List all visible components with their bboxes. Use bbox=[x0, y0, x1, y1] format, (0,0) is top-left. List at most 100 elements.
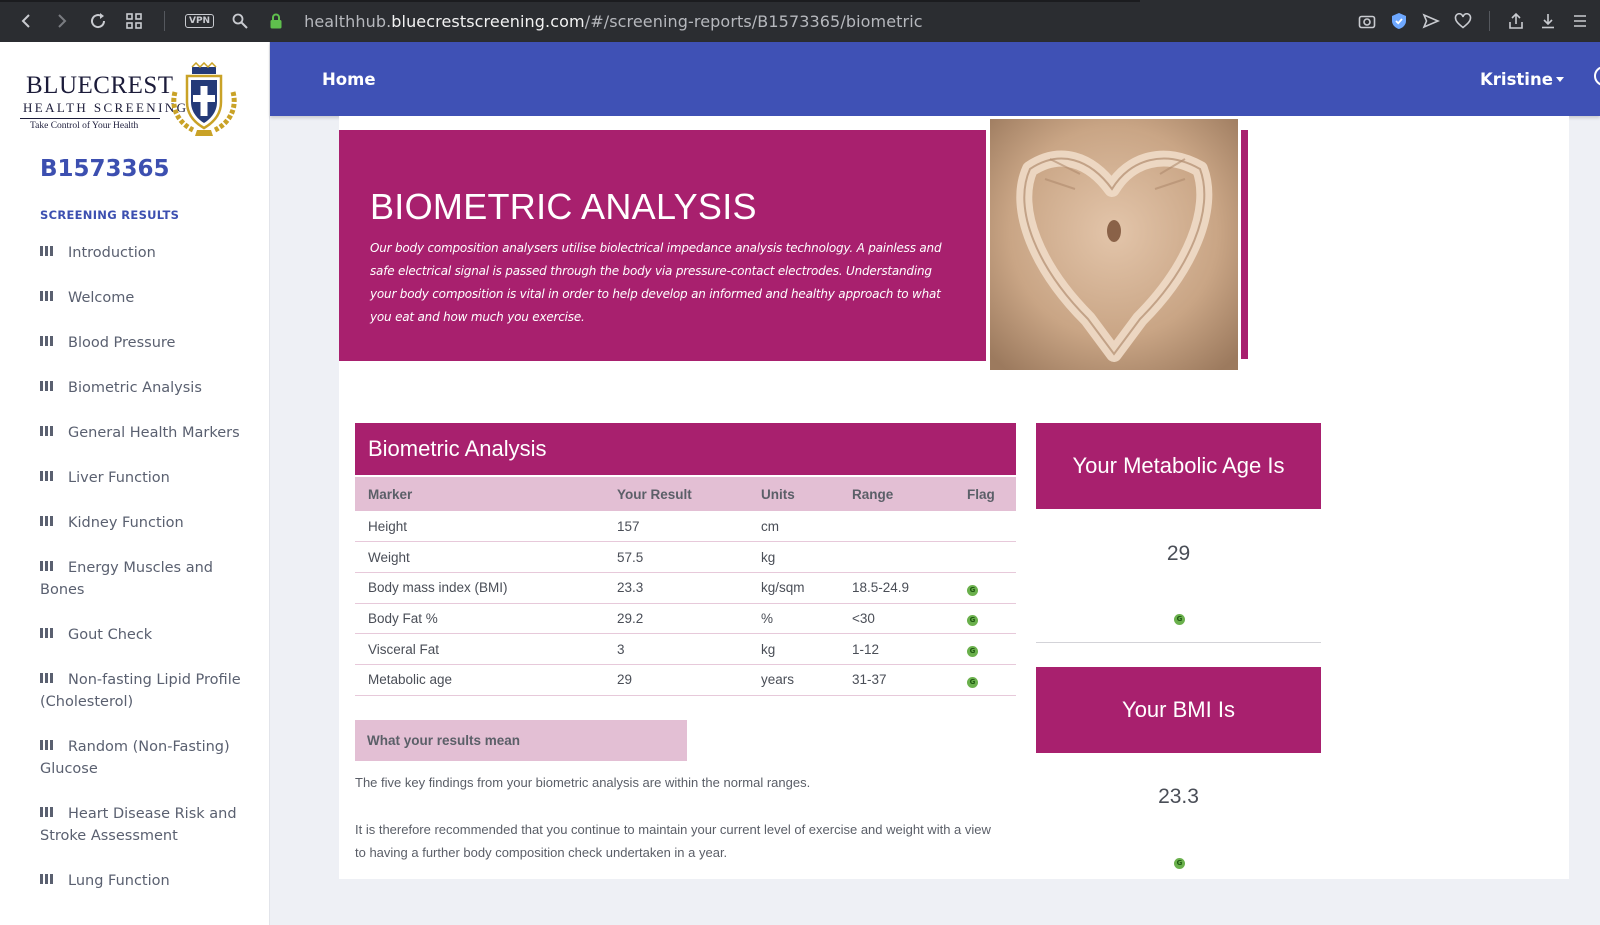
sidebar-item-label: Liver Function bbox=[68, 470, 170, 486]
toolbar-divider bbox=[164, 11, 165, 31]
results-meaning-title: What your results mean bbox=[367, 733, 521, 748]
cell-flag bbox=[954, 511, 1016, 543]
url-domain: bluecrestscreening.com bbox=[391, 11, 585, 31]
cell-flag: G bbox=[954, 572, 1016, 604]
results-meaning-header: What your results mean bbox=[355, 720, 687, 761]
forward-icon[interactable] bbox=[52, 11, 72, 31]
cell-marker: Visceral Fat bbox=[355, 633, 604, 665]
col-units: Units bbox=[748, 477, 839, 511]
sidebar-item-label: Welcome bbox=[68, 290, 135, 306]
sidebar-item-label: Energy Muscles and Bones bbox=[40, 560, 213, 598]
back-icon[interactable] bbox=[16, 11, 36, 31]
heart-icon[interactable] bbox=[1453, 11, 1473, 31]
lock-icon bbox=[266, 11, 286, 31]
reload-icon[interactable] bbox=[88, 11, 108, 31]
table-header-row: Marker Your Result Units Range Flag bbox=[355, 477, 1016, 511]
sidebar-item-label: Kidney Function bbox=[68, 515, 184, 531]
bars-icon bbox=[40, 807, 54, 817]
sidebar-item-lung-function[interactable]: Lung Function bbox=[40, 870, 255, 892]
table-row: Body Fat % 29.2 % <30 G bbox=[355, 603, 1016, 635]
table-row: Metabolic age 29 years 31-37 G bbox=[355, 664, 1016, 696]
sidebar-item-heart-disease-risk[interactable]: Heart Disease Risk and Stroke Assessment bbox=[40, 803, 255, 847]
cell-marker: Weight bbox=[355, 541, 604, 573]
green-flag-icon: G bbox=[1174, 614, 1185, 625]
sidebar-item-label: Heart Disease Risk and Stroke Assessment bbox=[40, 806, 237, 844]
bars-icon bbox=[40, 291, 54, 301]
hero-description: Our body composition analysers utilise b… bbox=[370, 241, 942, 324]
bluecrest-logo[interactable]: BLUECREST HEALTH SCREENING Take Control … bbox=[20, 62, 250, 137]
hero-accent-stripe bbox=[1241, 130, 1248, 359]
download-icon[interactable] bbox=[1538, 11, 1558, 31]
biometric-table: Marker Your Result Units Range Flag Heig… bbox=[355, 477, 1016, 696]
sidebar-item-label: Biometric Analysis bbox=[68, 380, 202, 396]
table-row: Body mass index (BMI) 23.3 kg/sqm 18.5-2… bbox=[355, 572, 1016, 604]
cell-flag bbox=[954, 541, 1016, 573]
sidebar-item-label: Introduction bbox=[68, 245, 156, 261]
cell-result: 157 bbox=[604, 511, 748, 543]
share-icon[interactable] bbox=[1506, 11, 1526, 31]
home-link[interactable]: Home bbox=[322, 70, 376, 89]
tabs-grid-icon[interactable] bbox=[124, 11, 144, 31]
table-row: Weight 57.5 kg bbox=[355, 541, 1016, 573]
sidebar-item-general-health-markers[interactable]: General Health Markers bbox=[40, 422, 255, 444]
user-name: Kristine bbox=[1480, 70, 1553, 89]
logo-wordmark: BLUECREST bbox=[26, 72, 174, 99]
cell-range: <30 bbox=[839, 603, 954, 635]
camera-icon[interactable] bbox=[1357, 11, 1377, 31]
partial-circle-icon[interactable] bbox=[1594, 66, 1600, 86]
cell-range: 31-37 bbox=[839, 664, 954, 696]
url-path: /#/screening-reports/B1573365/biometric bbox=[584, 11, 923, 31]
green-flag-icon: G bbox=[1174, 858, 1185, 869]
cell-units: kg bbox=[748, 633, 839, 665]
address-bar[interactable]: healthhub.bluecrestscreening.com/#/scree… bbox=[304, 12, 923, 31]
sidebar-item-energy-muscles-bones[interactable]: Energy Muscles and Bones bbox=[40, 557, 255, 601]
cell-units: kg bbox=[748, 541, 839, 573]
vpn-badge[interactable]: VPN bbox=[185, 14, 215, 28]
user-menu[interactable]: Kristine bbox=[1480, 70, 1564, 89]
bars-icon bbox=[40, 874, 54, 884]
sidebar-item-label: Gout Check bbox=[68, 627, 153, 643]
sidebar-item-label: General Health Markers bbox=[68, 425, 240, 441]
sidebar-item-kidney-function[interactable]: Kidney Function bbox=[40, 512, 255, 534]
bars-icon bbox=[40, 336, 54, 346]
sidebar-item-label: Lung Function bbox=[68, 873, 170, 889]
sidebar-item-label: Non-fasting Lipid Profile (Cholesterol) bbox=[40, 672, 241, 710]
metabolic-card-divider bbox=[1036, 642, 1321, 643]
cell-flag: G bbox=[954, 664, 1016, 696]
sidebar-item-lipid-profile[interactable]: Non-fasting Lipid Profile (Cholesterol) bbox=[40, 669, 255, 713]
green-flag-icon: G bbox=[967, 615, 978, 627]
sidebar-item-label: Blood Pressure bbox=[68, 335, 176, 351]
search-key-icon[interactable] bbox=[230, 11, 250, 31]
sidebar-item-welcome[interactable]: Welcome bbox=[40, 287, 255, 309]
sidebar-item-introduction[interactable]: Introduction bbox=[40, 242, 255, 264]
cell-result: 29 bbox=[604, 664, 748, 696]
bars-icon bbox=[40, 381, 54, 391]
col-marker: Marker bbox=[355, 477, 604, 511]
sidebar-item-random-glucose[interactable]: Random (Non-Fasting) Glucose bbox=[40, 736, 255, 780]
sidebar-item-blood-pressure[interactable]: Blood Pressure bbox=[40, 332, 255, 354]
sidebar: BLUECREST HEALTH SCREENING Take Control … bbox=[0, 42, 270, 925]
cell-units: cm bbox=[748, 511, 839, 543]
table-row: Height 157 cm bbox=[355, 511, 1016, 543]
col-range: Range bbox=[839, 477, 954, 511]
sidebar-item-label: Random (Non-Fasting) Glucose bbox=[40, 739, 230, 777]
send-icon[interactable] bbox=[1421, 11, 1441, 31]
cell-range bbox=[839, 511, 954, 543]
bmi-value: 23.3 bbox=[1158, 785, 1199, 808]
sidebar-item-gout-check[interactable]: Gout Check bbox=[40, 624, 255, 646]
crest-icon bbox=[171, 62, 237, 136]
url-prefix: healthhub. bbox=[304, 11, 392, 31]
bars-icon bbox=[40, 561, 54, 571]
shield-icon[interactable] bbox=[1389, 11, 1409, 31]
sidebar-menu: Introduction Welcome Blood Pressure Biom… bbox=[40, 242, 255, 915]
sidebar-item-liver-function[interactable]: Liver Function bbox=[40, 467, 255, 489]
bars-icon bbox=[40, 673, 54, 683]
sidebar-item-biometric-analysis[interactable]: Biometric Analysis bbox=[40, 377, 255, 399]
menu-lines-icon[interactable] bbox=[1570, 11, 1590, 31]
bars-icon bbox=[40, 246, 54, 256]
cell-result: 57.5 bbox=[604, 541, 748, 573]
bmi-card-header: Your BMI Is bbox=[1036, 667, 1321, 753]
metabolic-age-title: Your Metabolic Age Is bbox=[1072, 453, 1285, 478]
results-meaning-paragraph-1: The five key findings from your biometri… bbox=[355, 775, 811, 790]
hero-title: BIOMETRIC ANALYSIS bbox=[370, 186, 757, 227]
